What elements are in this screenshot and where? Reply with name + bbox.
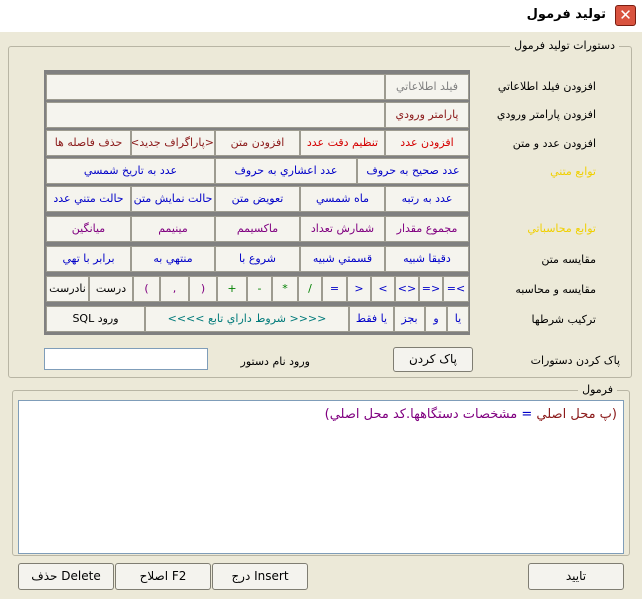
op-mul-button[interactable]: * [272, 276, 298, 302]
input-parameter-empty-button[interactable] [46, 102, 385, 128]
command-name-label: ورود نام دستور [240, 355, 310, 368]
row-label-compare-calc: مقايسه و محاسبه [515, 283, 596, 296]
row-label-field: افزودن فيلد اطلاعاتي [497, 80, 596, 93]
op-eq-button[interactable]: = [322, 276, 347, 302]
ends-with-button[interactable]: منتهي به [131, 246, 215, 272]
op-div-button[interactable]: / [298, 276, 322, 302]
min-button[interactable]: مينيمم [131, 216, 215, 242]
or-button[interactable]: يا [447, 306, 469, 332]
except-button[interactable]: بجز [394, 306, 425, 332]
text-display-mode-button[interactable]: حالت نمايش متن [131, 186, 215, 212]
count-button[interactable]: شمارش تعداد [300, 216, 385, 242]
is-null-button[interactable]: برابر با تهي [46, 246, 131, 272]
op-lt-button[interactable]: < [347, 276, 371, 302]
int-to-words-button[interactable]: عدد صحيح به حروف [357, 158, 469, 184]
sql-entry-button[interactable]: ورود SQL [46, 306, 145, 332]
op-gte-button[interactable]: >= [443, 276, 469, 302]
formula-group-legend: فرمول [578, 383, 617, 396]
commands-group-legend: دستورات توليد فرمول [510, 39, 619, 52]
row-label-calc-functions: توابع محاسباتي [527, 222, 596, 235]
row-label-text-functions: توابع متني [550, 165, 596, 178]
row-label-number-text: افزودن عدد و متن [512, 137, 596, 150]
op-gt-button[interactable]: > [371, 276, 395, 302]
op-lte-button[interactable]: <= [419, 276, 443, 302]
false-button[interactable]: نادرست [46, 276, 89, 302]
insert-button[interactable]: درج Insert [212, 563, 308, 590]
xor-button[interactable]: يا فقط [349, 306, 394, 332]
true-button[interactable]: درست [89, 276, 133, 302]
add-text-button[interactable]: افزودن متن [215, 130, 300, 156]
input-parameter-button[interactable]: پارامتر ورودي [385, 102, 469, 128]
formula-part-right: مشخصات دستگاهها.کد محل اصلي) [324, 407, 518, 422]
add-number-button[interactable]: افزودن عدد [385, 130, 469, 156]
formula-operator: = [521, 407, 533, 422]
decimal-to-words-button[interactable]: عدد اعشاري به حروف [215, 158, 357, 184]
remove-spaces-button[interactable]: حذف فاصله ها [46, 130, 131, 156]
starts-with-button[interactable]: شروع با [215, 246, 300, 272]
exactly-like-button[interactable]: دقيقا شبيه [385, 246, 469, 272]
command-name-input[interactable] [44, 348, 208, 370]
delete-button[interactable]: حذف Delete [18, 563, 114, 590]
row-label-text-compare: مقايسه متن [541, 253, 596, 266]
solar-month-button[interactable]: ماه شمسي [300, 186, 385, 212]
new-paragraph-button[interactable]: <پاراگراف جديد> [131, 130, 215, 156]
op-add-button[interactable]: + [217, 276, 247, 302]
replace-text-button[interactable]: تعويض متن [215, 186, 300, 212]
title-bar: توليد فرمول ✕ [0, 0, 642, 32]
op-neq-button[interactable]: <> [395, 276, 419, 302]
average-button[interactable]: ميانگين [46, 216, 131, 242]
sum-button[interactable]: مجموع مقدار [385, 216, 469, 242]
field-info-button[interactable]: فيلد اطلاعاتي [385, 74, 469, 100]
max-button[interactable]: ماکسيمم [215, 216, 300, 242]
open-paren-button[interactable]: ( [189, 276, 217, 302]
partially-like-button[interactable]: قسمتي شبيه [300, 246, 385, 272]
row-label-conditions: ترکيب شرطها [531, 313, 596, 326]
formula-part-left: (پ محل اصلي [536, 407, 617, 422]
number-text-mode-button[interactable]: حالت متني عدد [46, 186, 131, 212]
number-to-rank-button[interactable]: عدد به رتبه [385, 186, 469, 212]
clear-commands-label: پاک کردن دستورات [530, 354, 620, 367]
close-paren-button[interactable]: ) [133, 276, 160, 302]
op-sub-button[interactable]: - [247, 276, 272, 302]
number-precision-button[interactable]: تنظيم دقت عدد [300, 130, 385, 156]
number-to-date-button[interactable]: عدد به تاريخ شمسي [46, 158, 215, 184]
row-label-parameter: افزودن پارامتر ورودي [496, 108, 596, 121]
function-conditions-button[interactable]: <<<< شروط داراي تابع >>>> [145, 306, 349, 332]
window-title: توليد فرمول [526, 7, 606, 22]
formula-editor[interactable]: (پ محل اصلي = مشخصات دستگاهها.کد محل اصل… [18, 400, 624, 554]
and-button[interactable]: و [425, 306, 447, 332]
field-info-empty-button[interactable] [46, 74, 385, 100]
clear-button[interactable]: پاک کردن [393, 347, 473, 372]
comma-button[interactable]: , [160, 276, 189, 302]
ok-button[interactable]: تاييد [528, 563, 624, 590]
close-icon[interactable]: ✕ [615, 5, 636, 26]
edit-button[interactable]: اصلاح F2 [115, 563, 211, 590]
commands-panel: فيلد اطلاعاتي پارامتر ورودي افزودن عدد ت… [44, 70, 470, 335]
